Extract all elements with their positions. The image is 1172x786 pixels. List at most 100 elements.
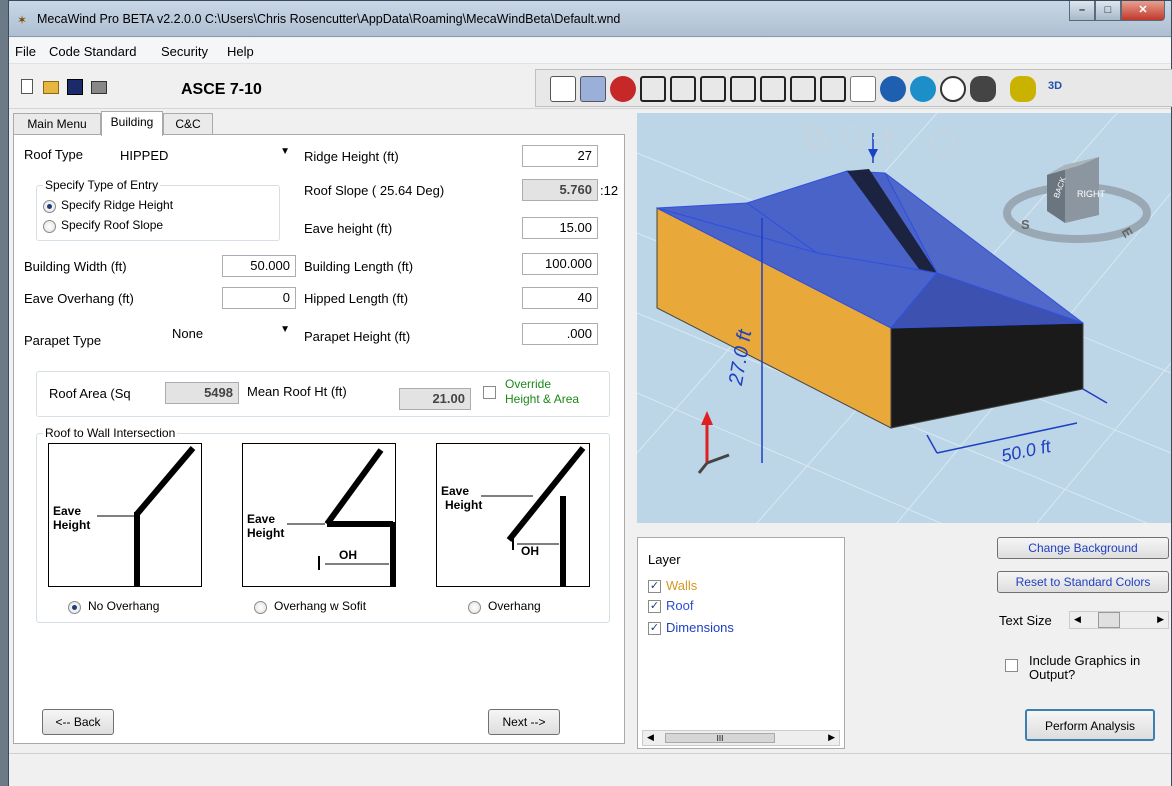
scroll-thumb[interactable]: III <box>665 733 775 743</box>
perform-analysis-button[interactable]: Perform Analysis <box>1025 709 1155 741</box>
building-length-label: Building Length (ft) <box>304 259 414 274</box>
camera-icon[interactable] <box>880 76 906 102</box>
radio-specify-ridge[interactable] <box>43 200 56 213</box>
parapet-type-label: Parapet Type <box>24 333 102 348</box>
building-width-input[interactable]: 50.000 <box>222 255 296 277</box>
menu-code-standard[interactable]: Code Standard <box>49 44 136 59</box>
tab-cc[interactable]: C&C <box>163 113 213 135</box>
overhang-soffit-label: Overhang w Sofit <box>274 599 367 613</box>
mean-roof-ht-label: Mean Roof Ht (ft) <box>247 384 347 399</box>
slider-right-icon[interactable]: ▶ <box>1157 614 1164 625</box>
building-length-input[interactable]: 100.000 <box>522 253 598 275</box>
specify-ridge-label: Specify Ridge Height <box>61 198 174 212</box>
ridge-height-input[interactable]: 27 <box>522 145 598 167</box>
view-left-icon[interactable] <box>730 76 756 102</box>
ridge-height-label: Ridge Height (ft) <box>304 149 399 164</box>
open-folder-icon[interactable] <box>43 81 59 94</box>
change-background-button[interactable]: Change Background <box>997 537 1169 559</box>
print-preview-icon[interactable] <box>550 76 576 102</box>
scroll-right-icon[interactable]: ▶ <box>828 732 835 743</box>
parapet-height-input[interactable]: .000 <box>522 323 598 345</box>
diag2-height: Height <box>247 526 285 540</box>
view-back-icon[interactable] <box>700 76 726 102</box>
overhang-drawing <box>481 446 586 586</box>
material-icon[interactable] <box>1010 76 1036 102</box>
layer-scrollbar[interactable]: ◀ III ▶ <box>642 730 840 746</box>
menu-bar: File Code Standard Security Help <box>9 38 1171 64</box>
print-icon[interactable] <box>91 81 107 94</box>
toolbar: ASCE 7-10 3D <box>9 65 1172 109</box>
slider-left-icon[interactable]: ◀ <box>1074 614 1081 625</box>
roof-slope-input[interactable]: 5.760 <box>522 179 598 201</box>
parapet-height-label: Parapet Height (ft) <box>304 329 411 344</box>
parapet-type-select[interactable]: None ▼ <box>166 323 292 345</box>
shading-icon[interactable] <box>970 76 996 102</box>
maximize-button[interactable]: □ <box>1095 1 1121 21</box>
tab-building[interactable]: Building <box>101 111 163 136</box>
overhang-label: Overhang <box>488 599 541 613</box>
reset-colors-button[interactable]: Reset to Standard Colors <box>997 571 1169 593</box>
3d-toolbar: 3D <box>535 69 1172 107</box>
hipped-length-input[interactable]: 40 <box>522 287 598 309</box>
layer-dimensions-checkbox[interactable]: ✓ <box>648 622 661 635</box>
diag2-eave: Eave <box>247 512 276 526</box>
entry-type-group: Specify Type of Entry Specify Ridge Heig… <box>36 178 280 241</box>
next-button[interactable]: Next --> <box>488 709 560 735</box>
menu-security[interactable]: Security <box>161 44 208 59</box>
layer-panel: Layer ✓ Walls ✓ Roof ✓ Dimensions ◀ III … <box>637 537 845 749</box>
include-graphics-checkbox[interactable] <box>1005 659 1018 672</box>
override-label-line2: Height & Area <box>505 392 580 406</box>
include-graphics-line1: Include Graphics in <box>1029 653 1141 668</box>
diagram-overhang: Eave Height OH <box>436 443 590 587</box>
back-button[interactable]: <-- Back <box>42 709 114 735</box>
view-top-icon[interactable] <box>790 76 816 102</box>
roof-type-select[interactable]: HIPPED ▼ <box>114 145 292 167</box>
menu-help[interactable]: Help <box>227 44 254 59</box>
save-icon[interactable] <box>67 79 83 95</box>
chevron-down-icon: ▼ <box>280 324 290 335</box>
radio-specify-slope[interactable] <box>43 220 56 233</box>
text-size-slider[interactable]: ◀ ▶ <box>1069 611 1169 629</box>
copy-image-icon[interactable] <box>850 76 876 102</box>
close-button[interactable]: ✕ <box>1121 1 1165 21</box>
zoom-extents-icon[interactable] <box>910 76 936 102</box>
mean-roof-ht-input[interactable]: 21.00 <box>399 388 471 410</box>
tab-main-menu[interactable]: Main Menu <box>13 113 101 135</box>
view-right-icon[interactable] <box>760 76 786 102</box>
eave-overhang-input[interactable]: 0 <box>222 287 296 309</box>
3d-viewport[interactable]: 27.0 ft 50.0 ft RIGHT BACK S E <box>637 113 1171 523</box>
toggle-3d-button[interactable]: 3D <box>1048 80 1062 92</box>
diag1-eave: Eave <box>53 504 82 518</box>
roof-slope-suffix: :12 <box>600 183 619 198</box>
side-wall <box>890 322 1084 429</box>
roof-area-input[interactable]: 5498 <box>165 382 239 404</box>
view-front-icon[interactable] <box>670 76 696 102</box>
code-standard-label: ASCE 7-10 <box>181 81 262 98</box>
diag1-height: Height <box>53 518 91 532</box>
print-3d-icon[interactable] <box>580 76 606 102</box>
radio-overhang[interactable] <box>468 601 481 614</box>
dim-arrow-top <box>868 149 878 159</box>
scroll-left-icon[interactable]: ◀ <box>647 732 654 743</box>
roof-type-value: HIPPED <box>120 148 169 163</box>
new-file-icon[interactable] <box>21 79 33 94</box>
override-checkbox[interactable] <box>483 386 496 399</box>
radio-no-overhang[interactable] <box>68 601 81 614</box>
layer-dimensions-label: Dimensions <box>666 620 734 635</box>
rotate-icon[interactable] <box>940 76 966 102</box>
minimize-button[interactable]: – <box>1069 1 1095 21</box>
layer-walls-checkbox[interactable]: ✓ <box>648 580 661 593</box>
eave-height-input[interactable]: 15.00 <box>522 217 598 239</box>
view-iso-icon[interactable] <box>640 76 666 102</box>
no-overhang-label: No Overhang <box>88 599 160 613</box>
radio-overhang-soffit[interactable] <box>254 601 267 614</box>
view-bottom-icon[interactable] <box>820 76 846 102</box>
intersection-title: Roof to Wall Intersection <box>43 426 178 440</box>
slider-thumb[interactable] <box>1098 612 1120 628</box>
menu-file[interactable]: File <box>15 44 36 59</box>
layer-roof-checkbox[interactable]: ✓ <box>648 600 661 613</box>
stop-icon[interactable] <box>610 76 636 102</box>
override-label-line1: Override <box>505 377 552 391</box>
chevron-down-icon: ▼ <box>280 146 290 157</box>
diag3-oh: OH <box>521 544 539 558</box>
